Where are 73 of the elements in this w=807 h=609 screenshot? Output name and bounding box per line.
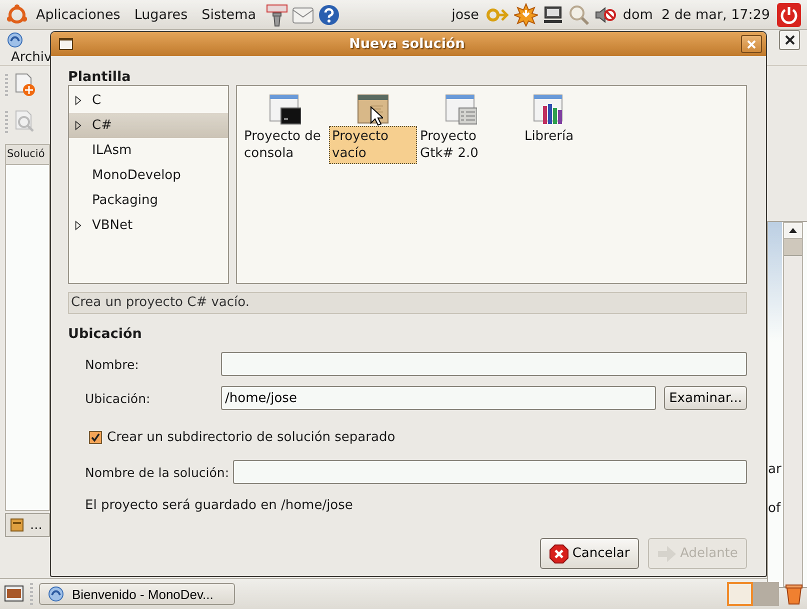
checkbox[interactable] <box>89 430 102 444</box>
app-logo-icon <box>7 32 23 48</box>
expand-arrow-icon[interactable] <box>75 95 83 106</box>
tree-item[interactable]: C# <box>69 113 228 138</box>
cancel-icon[interactable] <box>549 544 570 564</box>
expand-arrow-icon[interactable] <box>75 220 83 231</box>
browse-button[interactable]: Examinar... <box>664 386 747 410</box>
tree-item[interactable]: VBNet <box>69 213 228 238</box>
ubuntu-logo-icon[interactable] <box>6 4 28 26</box>
workspace-switcher-cell[interactable] <box>753 582 779 606</box>
menu-item[interactable]: Archiv <box>11 50 52 65</box>
input-field[interactable]: /home/jose <box>221 386 656 410</box>
text-fragment: of <box>768 501 782 516</box>
tab-label: ... <box>30 518 42 532</box>
terminal-file-icon[interactable] <box>269 94 301 125</box>
taskbar-button[interactable]: Bienvenido - MonoDev... <box>39 583 235 605</box>
path-note: El proyecto será guardado en /home/jose <box>84 498 354 514</box>
cancel-button[interactable]: Cancelar <box>540 538 639 569</box>
network-icon[interactable] <box>542 4 564 24</box>
tree-label: Packaging <box>92 193 158 208</box>
window-title: Nueva solución <box>348 36 466 52</box>
window-icon <box>59 38 73 50</box>
pad-tab[interactable]: ... <box>5 513 50 537</box>
panel-menu[interactable]: Aplicaciones <box>36 6 120 22</box>
power-icon[interactable] <box>777 2 801 26</box>
tree-item[interactable]: Packaging <box>69 188 228 213</box>
app-logo-icon[interactable] <box>48 586 64 602</box>
tree-item[interactable]: MonoDevelop <box>69 163 228 188</box>
books-file-icon[interactable] <box>533 94 565 125</box>
vertical-scrollbar[interactable] <box>783 222 803 587</box>
tree-label: VBNet <box>92 218 133 233</box>
help-icon[interactable] <box>318 4 340 26</box>
tree-label: C <box>92 93 102 108</box>
close-button[interactable] <box>779 30 800 50</box>
trash-icon[interactable] <box>785 583 803 605</box>
tree-item[interactable]: C <box>69 88 228 113</box>
tree-label: MonoDevelop <box>92 168 181 183</box>
checkbox-label: Crear un subdirectorio de solución separado <box>107 430 396 444</box>
text-fragment: ar <box>768 462 782 477</box>
section-heading: Plantilla <box>68 69 132 87</box>
template-item[interactable]: Proyecto Gtk# 2.0 <box>417 126 505 164</box>
input-field[interactable] <box>221 352 747 376</box>
user-name[interactable]: jose <box>452 6 479 22</box>
panel-icon <box>10 518 24 532</box>
field-label: Nombre de la solución: <box>84 464 230 480</box>
clock[interactable]: dom 2 de mar, 17:29 <box>622 6 770 22</box>
update-star-icon[interactable] <box>514 2 538 26</box>
template-item[interactable]: Librería <box>521 126 577 147</box>
template-item[interactable]: Proyecto de consola <box>241 126 329 164</box>
mouse-pointer-icon <box>370 106 383 126</box>
form-file-icon[interactable] <box>445 94 477 125</box>
mail-icon[interactable] <box>292 4 314 24</box>
show-desktop-icon[interactable] <box>4 584 24 604</box>
close-icon[interactable] <box>784 35 794 45</box>
template-item[interactable]: Proyecto vacío <box>329 126 417 164</box>
workspace-switcher-cell[interactable] <box>727 582 753 606</box>
new-file-icon[interactable] <box>14 72 36 96</box>
field-label: Ubicación: <box>84 390 152 406</box>
scroll-up-icon[interactable] <box>789 228 797 233</box>
pad-header[interactable]: Solució <box>5 144 50 164</box>
tree-label: C# <box>92 118 112 133</box>
close-button[interactable] <box>741 35 762 53</box>
scroll-thumb[interactable] <box>784 239 802 256</box>
tree-item[interactable]: ILAsm <box>69 138 228 163</box>
muted-speaker-icon[interactable] <box>594 4 616 24</box>
field-label: Nombre: <box>84 356 140 372</box>
expand-arrow-icon[interactable] <box>75 120 83 131</box>
input-field[interactable] <box>233 460 747 484</box>
section-heading: Ubicación <box>68 326 143 344</box>
description-bar: Crea un proyecto C# vacío. <box>68 292 747 314</box>
tree-label: ILAsm <box>92 143 132 158</box>
panel-menu[interactable]: Sistema <box>202 6 256 22</box>
panel-menu[interactable]: Lugares <box>134 6 188 22</box>
